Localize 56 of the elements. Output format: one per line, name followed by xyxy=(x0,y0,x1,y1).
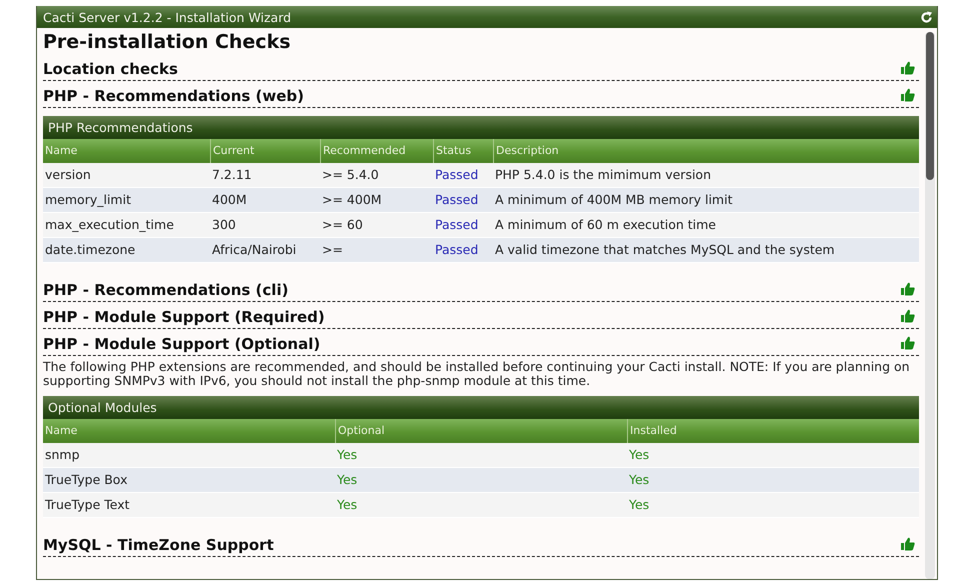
column-header: Name xyxy=(43,419,335,443)
table-cell: A minimum of 60 m execution time xyxy=(493,213,919,238)
table-cell: PHP 5.4.0 is the mimimum version xyxy=(493,163,919,188)
table-cell: date.timezone xyxy=(43,238,210,263)
column-header: Recommended xyxy=(320,139,433,163)
table-cell: Passed xyxy=(433,163,493,188)
table-cell: memory_limit xyxy=(43,188,210,213)
column-header: Current xyxy=(210,139,320,163)
thumbs-up-icon xyxy=(901,537,915,551)
table-cell: Passed xyxy=(433,238,493,263)
table-cell: Yes xyxy=(627,493,919,518)
table-cell: 300 xyxy=(210,213,320,238)
table-cell: max_execution_time xyxy=(43,213,210,238)
table-cell: Yes xyxy=(335,468,627,493)
column-header: Installed xyxy=(627,419,919,443)
table-cell: Yes xyxy=(627,468,919,493)
table-cell: TrueType Text xyxy=(43,493,335,518)
thumbs-up-icon xyxy=(901,282,915,296)
thumbs-up-icon xyxy=(901,61,915,75)
window-title: Cacti Server v1.2.2 - Installation Wizard xyxy=(43,10,292,24)
thumbs-up-icon xyxy=(901,336,915,350)
table-cell: Africa/Nairobi xyxy=(210,238,320,263)
scrollbar[interactable] xyxy=(925,32,935,579)
table-cell: A valid timezone that matches MySQL and the system xyxy=(493,238,919,263)
column-header: Name xyxy=(43,139,210,163)
table-title-bar: PHP Recommendations xyxy=(43,116,919,139)
page-title: Pre-installation Checks xyxy=(43,30,292,54)
table-cell: Yes xyxy=(335,443,627,468)
table-cell: Yes xyxy=(627,443,919,468)
table-cell: snmp xyxy=(43,443,335,468)
column-header: Optional xyxy=(335,419,627,443)
column-header: Status xyxy=(433,139,493,163)
table-cell: >= xyxy=(320,238,433,263)
description-text: The following PHP extensions are recommended, and should be installed before continuing your Cacti install. NOTE: If you are planning on supporting SNMPv3 with IPv6, you should not install the php-snmp module at this time. xyxy=(43,360,911,388)
section-heading: PHP - Module Support (Optional) xyxy=(43,334,320,354)
refresh-icon[interactable] xyxy=(920,10,933,24)
table-cell: Yes xyxy=(335,493,627,518)
section-heading: PHP - Recommendations (cli) xyxy=(43,280,288,300)
section-heading: Location checks xyxy=(43,59,178,79)
thumbs-up-icon xyxy=(901,309,915,323)
table-cell: TrueType Box xyxy=(43,468,335,493)
section-heading: PHP - Recommendations (web) xyxy=(43,86,304,106)
table-cell: Passed xyxy=(433,188,493,213)
thumbs-up-icon xyxy=(901,88,915,102)
table-cell: >= 400M xyxy=(320,188,433,213)
column-header: Description xyxy=(493,139,919,163)
table-cell: Passed xyxy=(433,213,493,238)
table-cell: >= 60 xyxy=(320,213,433,238)
section-heading: PHP - Module Support (Required) xyxy=(43,307,325,327)
table-title-bar: Optional Modules xyxy=(43,396,919,419)
table-cell: version xyxy=(43,163,210,188)
table-cell: 400M xyxy=(210,188,320,213)
table-cell: A minimum of 400M MB memory limit xyxy=(493,188,919,213)
section-heading: MySQL - TimeZone Support xyxy=(43,535,274,555)
table-cell: >= 5.4.0 xyxy=(320,163,433,188)
table-cell: 7.2.11 xyxy=(210,163,320,188)
